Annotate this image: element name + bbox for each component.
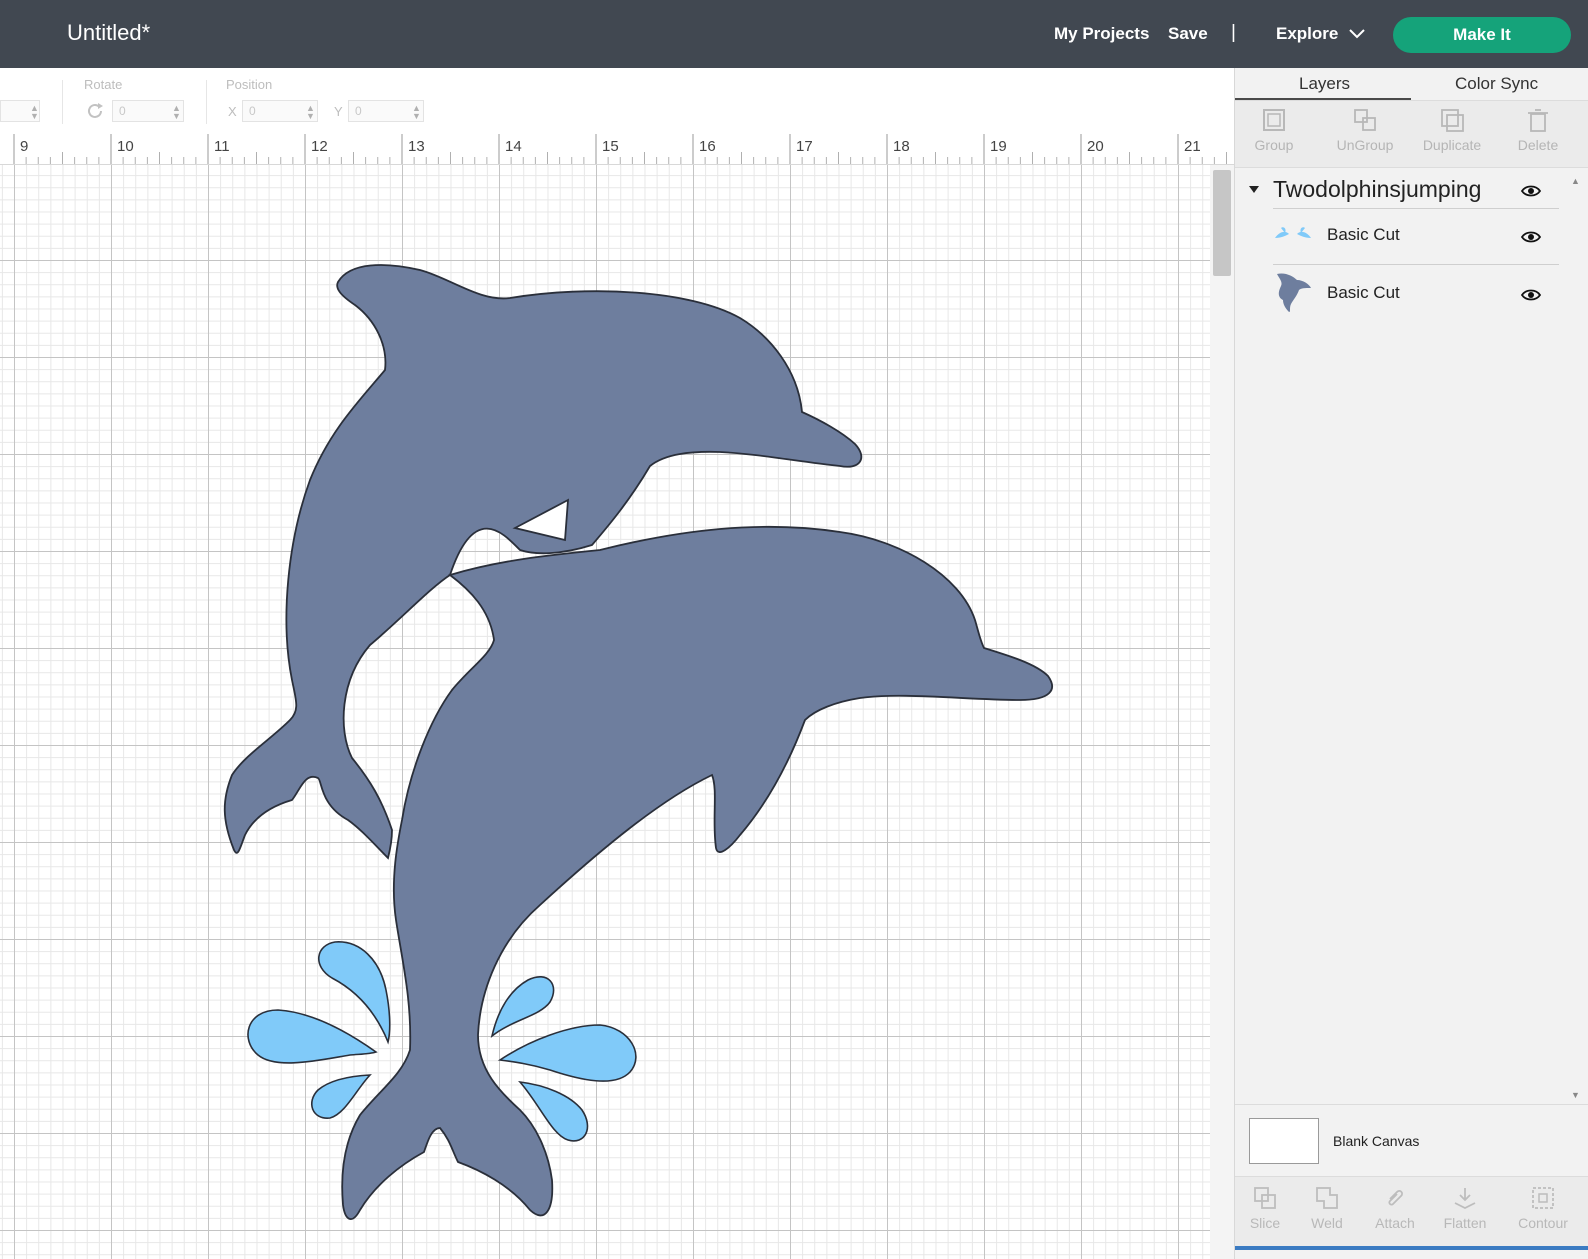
stepper-arrows-icon[interactable]: ▲ ▼ [172,104,181,121]
blank-canvas-label: Blank Canvas [1333,1133,1420,1149]
caret-down-icon[interactable] [1249,186,1259,194]
rotate-label: Rotate [84,77,123,92]
my-projects-link[interactable]: My Projects [1054,24,1149,44]
ruler-label: 9 [20,138,28,155]
weld-icon [1316,1187,1338,1209]
tab-color-sync[interactable]: Color Sync [1455,74,1538,94]
duplicate-button[interactable]: Duplicate [1407,107,1497,153]
duplicate-icon [1441,109,1464,132]
rotate-icon [88,103,103,118]
dolphin-icon [1277,273,1311,312]
attach-button[interactable]: Attach [1367,1185,1423,1231]
splash-drop[interactable] [497,1024,637,1082]
project-title[interactable]: Untitled* [67,20,150,46]
y-label: Y [334,104,343,119]
group-label: Group [1254,137,1294,153]
ungroup-label: UnGroup [1336,137,1394,153]
explore-menu[interactable]: Explore [1276,24,1338,44]
delete-label: Delete [1517,137,1559,153]
weld-label: Weld [1311,1215,1343,1231]
splash-drop[interactable] [247,1009,378,1064]
scroll-down-icon[interactable]: ▼ [1571,1090,1580,1100]
ruler-label: 20 [1087,138,1104,155]
blank-canvas-row[interactable]: Blank Canvas [1235,1104,1588,1179]
horizontal-ruler: 9 10 11 12 13 14 15 16 17 18 19 20 21 [0,134,1234,165]
splash-drop[interactable] [490,976,555,1039]
ruler-label: 17 [796,138,813,155]
position-label: Position [226,77,273,92]
eye-icon[interactable] [1521,288,1541,302]
ruler-label: 19 [990,138,1007,155]
divider [206,80,207,124]
splash-icon [1275,227,1311,238]
eye-icon[interactable] [1521,184,1541,198]
ruler-label: 14 [505,138,522,155]
flatten-icon [1454,1188,1476,1210]
weld-button[interactable]: Weld [1305,1185,1349,1231]
layer-name[interactable]: Basic Cut [1327,225,1400,245]
canvas-color-swatch[interactable] [1249,1118,1319,1164]
duplicate-label: Duplicate [1422,137,1482,153]
divider [1273,264,1559,265]
paperclip-icon [1388,1190,1403,1206]
flatten-label: Flatten [1443,1215,1487,1231]
layer-item[interactable]: Basic Cut [1235,208,1575,264]
panel-bottom-accent [1235,1246,1588,1250]
canvas-scrollbar[interactable] [1210,165,1234,1259]
design-artwork[interactable] [0,165,1234,1259]
save-link[interactable]: Save [1168,24,1208,44]
stepper-arrows-icon[interactable]: ▲ ▼ [412,104,421,121]
contour-label: Contour [1518,1215,1568,1231]
ruler-label: 10 [117,138,134,155]
layers-panel: Layers Color Sync Group UnGroup Duplicat… [1234,68,1588,1259]
slice-button[interactable]: Slice [1245,1185,1285,1231]
ruler-label: 21 [1184,138,1201,155]
ruler-label: 18 [893,138,910,155]
ruler-label: 13 [408,138,425,155]
splash-drop[interactable] [310,1074,372,1119]
delete-button[interactable]: Delete [1503,107,1573,153]
ruler-label: 15 [602,138,619,155]
lower-dolphin[interactable] [341,525,1053,1220]
stepper-arrows-icon[interactable]: ▲ ▼ [306,104,315,121]
group-name[interactable]: Twodolphinsjumping [1273,176,1481,203]
edit-toolbar: ▲ ▼ Rotate 0 ▲ ▼ Position X 0 ▲ ▼ Y 0 ▲ ▼ [0,68,1234,135]
header-separator: | [1231,22,1236,43]
layer-item[interactable]: Basic Cut [1235,266,1575,322]
ruler-label: 12 [311,138,328,155]
trash-icon [1528,109,1548,132]
tab-layers[interactable]: Layers [1299,74,1350,94]
make-it-label: Make It [1453,25,1511,44]
ungroup-icon [1354,109,1376,131]
make-it-button[interactable]: Make It [1393,17,1571,53]
group-button[interactable]: Group [1247,107,1301,153]
ungroup-button[interactable]: UnGroup [1325,107,1405,153]
chevron-down-icon[interactable] [1349,29,1365,39]
ruler-label: 16 [699,138,716,155]
slice-icon [1254,1187,1276,1209]
layer-tools: Group UnGroup Duplicate Delete [1235,100,1588,168]
contour-button[interactable]: Contour [1511,1185,1575,1231]
ruler-ticks: 9 10 11 12 13 14 15 16 17 18 19 20 21 [13,134,1227,164]
ruler-label: 11 [214,138,230,155]
bottom-tools: Slice Weld Attach Flatten Contour [1235,1176,1588,1247]
eye-icon[interactable] [1521,230,1541,244]
design-canvas[interactable] [0,165,1234,1259]
top-header: Untitled* My Projects Save | Explore Mak… [0,0,1588,68]
slice-label: Slice [1249,1215,1281,1231]
group-icon [1263,109,1285,131]
attach-label: Attach [1375,1215,1415,1231]
canvas-scrollbar-thumb[interactable] [1213,170,1231,276]
stepper-arrows-icon[interactable]: ▲ ▼ [30,104,39,121]
divider [62,80,63,124]
contour-icon [1532,1187,1554,1209]
x-label: X [228,104,237,119]
layer-name[interactable]: Basic Cut [1327,283,1400,303]
layer-group[interactable]: Twodolphinsjumping [1235,172,1575,210]
flatten-button[interactable]: Flatten [1435,1185,1495,1231]
